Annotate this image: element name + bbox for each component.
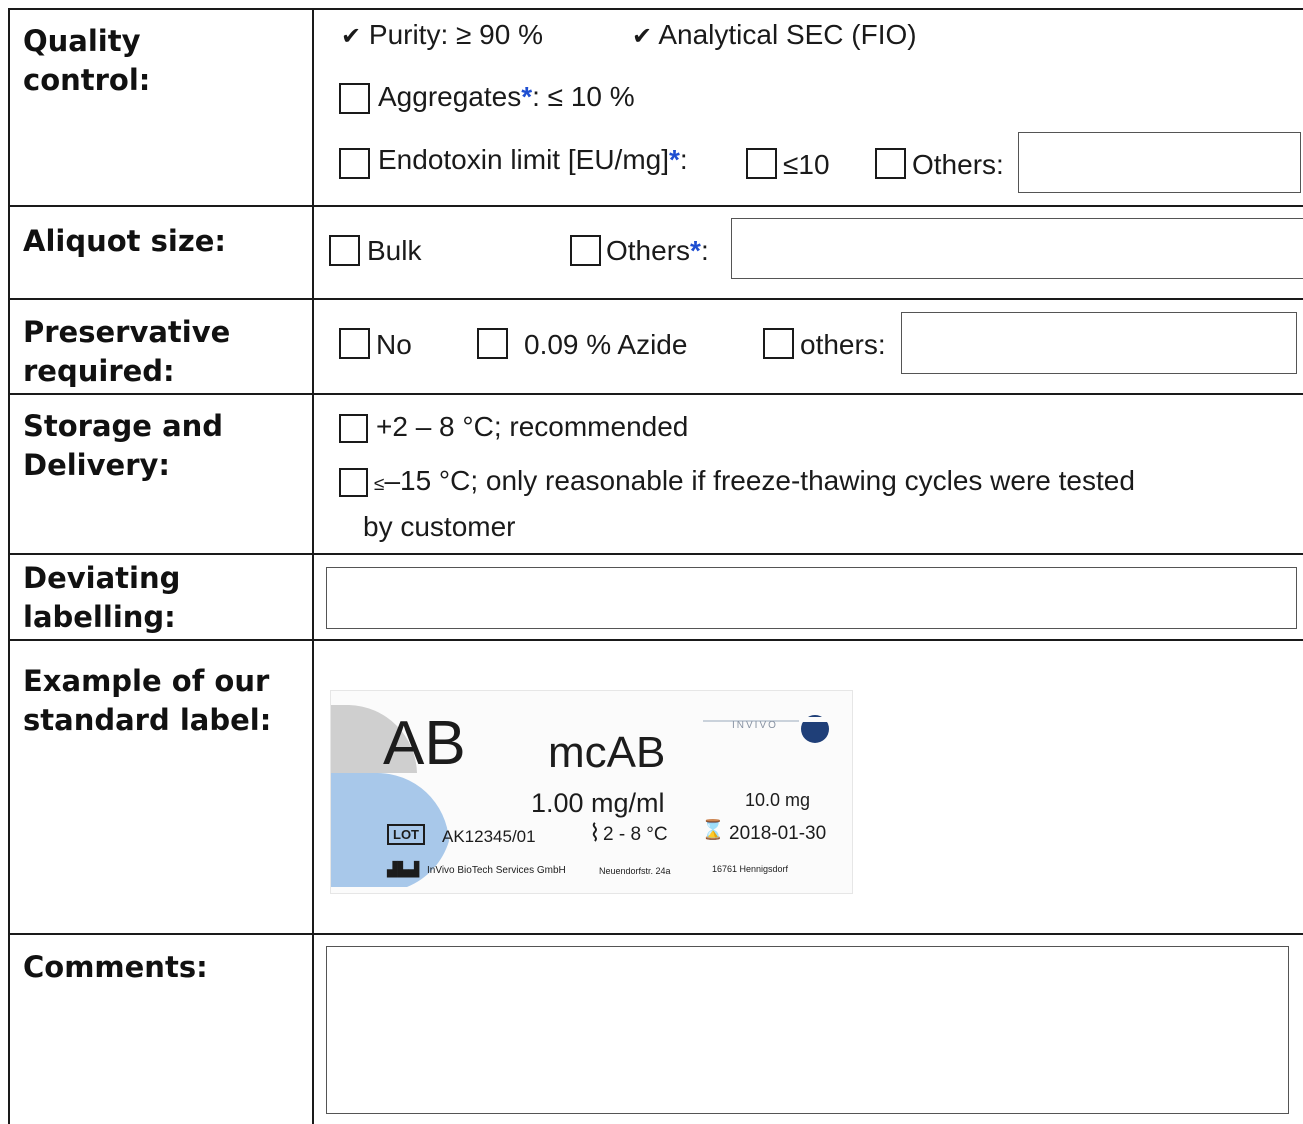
preservative-others-checkbox[interactable] <box>763 328 794 359</box>
label-product-name: mcAB <box>548 728 666 777</box>
endotoxin-le10-text: ≤10 <box>783 149 830 180</box>
label-street: Neuendorfstr. 24a <box>599 866 671 876</box>
row-divider-4 <box>8 553 1303 555</box>
preservative-others-text: others: <box>800 329 886 360</box>
preservative-label: Preservative required: <box>23 313 230 391</box>
storage-2-8-text: +2 – 8 °C; recommended <box>376 411 689 442</box>
endotoxin-label: Endotoxin limit [EU/mg] <box>378 144 669 175</box>
endotoxin-text: Endotoxin limit [EU/mg]*: <box>378 143 688 177</box>
endotoxin-checkbox[interactable] <box>339 148 370 179</box>
aliquot-others-text: Others*: <box>606 234 709 268</box>
checkmark-icon: ✔ <box>341 23 362 50</box>
storage-frozen-label: –15 °C; only reasonable if freeze-thawin… <box>384 465 1135 496</box>
row-divider-2 <box>8 298 1303 300</box>
table-border-top <box>8 8 1303 10</box>
manufacturer-icon: ▟▙▟ <box>387 861 420 877</box>
required-asterisk: * <box>521 81 533 112</box>
label-city: 16761 Hennigsdorf <box>712 864 789 874</box>
example-label-line2: standard label: <box>23 703 272 737</box>
storage-frozen-prefix: ≤ <box>374 474 385 495</box>
aggregates-value: : ≤ 10 % <box>532 81 635 112</box>
storage-frozen-text-line2: by customer <box>363 511 516 542</box>
label-code: AB <box>383 709 466 778</box>
labelling-field[interactable] <box>326 567 1297 629</box>
label-temperature: 2 - 8 °C <box>603 824 668 845</box>
aliquot-others-label: Others <box>606 235 691 266</box>
endotoxin-le10-checkbox[interactable] <box>746 148 777 179</box>
label-amount: 10.0 mg <box>745 790 811 810</box>
comments-field[interactable] <box>326 946 1289 1114</box>
storage-label: Storage and Delivery: <box>23 407 223 485</box>
label-concentration: 1.00 mg/ml <box>531 788 665 818</box>
storage-frozen-checkbox[interactable] <box>339 468 368 497</box>
expiry-date-icon: ⌛ <box>701 820 725 841</box>
storage-2-8-checkbox[interactable] <box>339 414 368 443</box>
row-divider-3 <box>8 393 1303 395</box>
aliquot-others-checkbox[interactable] <box>570 235 601 266</box>
preservative-no-checkbox[interactable] <box>339 328 370 359</box>
bulk-text: Bulk <box>367 235 422 266</box>
aggregates-checkbox[interactable] <box>339 83 370 114</box>
endotoxin-colon: : <box>679 144 688 175</box>
aliquot-others-colon: : <box>700 235 709 266</box>
endotoxin-others-checkbox[interactable] <box>875 148 906 179</box>
preservative-no-text: No <box>376 329 412 360</box>
standard-label-image: AB mcAB INVIVO 1.00 mg/ml 10.0 mg LOT AK… <box>330 690 853 894</box>
required-asterisk: * <box>669 144 680 175</box>
storage-label-line2: Delivery: <box>23 448 170 482</box>
table-column-divider <box>312 8 314 1124</box>
purity-item: ✔ Purity: ≥ 90 % <box>341 18 543 54</box>
quality-control-label: Quality control: <box>23 22 150 100</box>
aliquot-size-label: Aliquot size: <box>23 224 226 258</box>
brand-logo-gap <box>799 717 831 722</box>
preservative-label-line2: required: <box>23 354 175 388</box>
row-divider-6 <box>8 933 1303 935</box>
labelling-label: Deviating labelling: <box>23 559 180 637</box>
quality-control-label-line1: Quality <box>23 24 141 58</box>
row-divider-1 <box>8 205 1303 207</box>
table-border-left <box>8 8 10 1124</box>
temperature-limit-icon: ⌇ <box>589 820 601 847</box>
example-label-line1: Example of our <box>23 664 270 698</box>
label-manufacturer: InVivo BioTech Services GmbH <box>427 865 566 876</box>
sec-text: Analytical SEC (FIO) <box>658 19 917 50</box>
preservative-label-line1: Preservative <box>23 315 231 349</box>
preservative-others-field[interactable] <box>901 312 1297 374</box>
azide-text: 0.09 % Azide <box>524 329 688 360</box>
label-lot-number: AK12345/01 <box>442 827 536 846</box>
row-divider-5 <box>8 639 1303 641</box>
aggregates-text: Aggregates*: ≤ 10 % <box>378 80 635 114</box>
purity-text: Purity: ≥ 90 % <box>368 19 543 50</box>
azide-checkbox[interactable] <box>477 328 508 359</box>
sec-item: ✔ Analytical SEC (FIO) <box>632 18 917 54</box>
label-brand: INVIVO <box>732 720 778 731</box>
aliquot-others-field[interactable] <box>731 218 1303 279</box>
endotoxin-others-field[interactable] <box>1018 132 1301 193</box>
bulk-checkbox[interactable] <box>329 235 360 266</box>
label-lot-tag: LOT <box>387 824 425 845</box>
quality-control-label-line2: control: <box>23 63 151 97</box>
endotoxin-others-text: Others: <box>912 149 1004 180</box>
example-label: Example of our standard label: <box>23 662 271 740</box>
comments-label: Comments: <box>23 950 208 984</box>
label-expiry: 2018-01-30 <box>729 823 827 844</box>
aggregates-label: Aggregates <box>378 81 522 112</box>
storage-frozen-text: ≤–15 °C; only reasonable if freeze-thawi… <box>374 464 1135 502</box>
labelling-label-line2: labelling: <box>23 600 176 634</box>
checkmark-icon: ✔ <box>632 23 653 50</box>
storage-label-line1: Storage and <box>23 409 224 443</box>
required-asterisk: * <box>690 235 701 266</box>
labelling-label-line1: Deviating <box>23 561 181 595</box>
